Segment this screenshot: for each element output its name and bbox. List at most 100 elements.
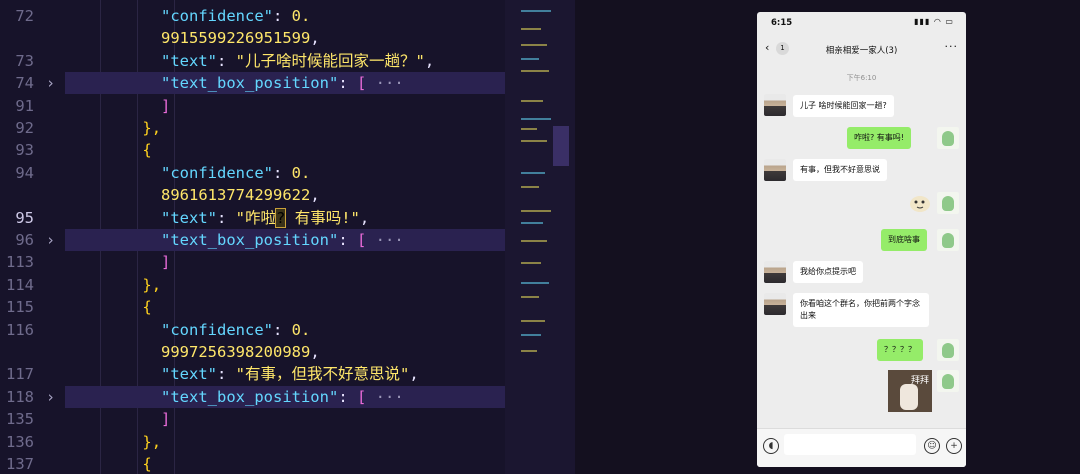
- code-line[interactable]: 135]: [0, 408, 505, 430]
- code-token: 8961613774299622: [161, 186, 311, 205]
- code-token: :: [272, 163, 292, 182]
- line-number: 135: [6, 410, 34, 429]
- code-token: ···: [366, 231, 404, 249]
- code-token: "text_box_position": [161, 231, 339, 249]
- code-token: {: [142, 141, 152, 160]
- chevron-right-icon[interactable]: ›: [46, 386, 55, 408]
- code-editor[interactable]: 72 "confidence": 0. 9915599226951599, 73 "te…: [0, 0, 575, 474]
- message-bubble: ？？？？: [877, 339, 923, 361]
- chat-title: 相亲相爱一家人(3): [825, 46, 898, 56]
- code-token: ,: [424, 51, 435, 70]
- line-number: 137: [6, 455, 34, 473]
- scrollbar-thumb[interactable]: [553, 126, 569, 166]
- code-line[interactable]: 74 › "text_box_position": [ ···: [15, 72, 505, 95]
- code-token: :: [338, 231, 357, 249]
- line-number: 115: [6, 298, 34, 317]
- avatar: [937, 127, 959, 149]
- code-line[interactable]: 92},: [0, 117, 505, 139]
- code-text: ]: [161, 408, 170, 430]
- minimap-line: [521, 58, 539, 60]
- code-token: ···: [366, 387, 404, 406]
- code-token: :: [272, 7, 292, 25]
- code-token: "confidence": [161, 7, 273, 25]
- code-line[interactable]: 96 › "text_box_position": [ ···: [15, 229, 505, 251]
- avatar: [937, 370, 959, 392]
- code-token: 9997256398200989: [161, 343, 311, 361]
- code-line[interactable]: 115 {: [0, 296, 505, 318]
- code-line[interactable]: 9915599226951599,: [0, 27, 505, 49]
- code-line[interactable]: 137 {: [0, 453, 505, 474]
- minimap-line: [521, 118, 551, 120]
- minimap-line: [521, 172, 545, 174]
- message-bubble: 有事，但我不好意思说: [793, 159, 887, 181]
- minimap-line: [521, 296, 539, 298]
- code-text: "text": "有事，但我不好意思说",: [161, 363, 419, 385]
- code-token: ,: [310, 186, 320, 205]
- more-icon[interactable]: ···: [945, 40, 959, 53]
- code-line[interactable]: 116 "confidence": 0.: [0, 319, 505, 341]
- code-line[interactable]: 9997256398200989,: [0, 341, 505, 363]
- avatar: [764, 94, 786, 116]
- code-text: },: [142, 431, 161, 453]
- code-text: "text_box_position": [ ···: [161, 72, 404, 94]
- line-number: 96: [15, 231, 34, 249]
- code-token: ]: [161, 410, 171, 429]
- line-number: 114: [6, 275, 34, 294]
- line-number: 72: [15, 7, 34, 25]
- code-line[interactable]: 117 "text": "有事，但我不好意思说",: [0, 363, 505, 385]
- message-bubble: 到底啥事: [881, 229, 927, 251]
- code-line[interactable]: 72 "confidence": 0.: [0, 5, 505, 27]
- message-input[interactable]: [784, 434, 916, 455]
- code-token: "text": [161, 365, 217, 384]
- code-line[interactable]: 93 {: [0, 139, 505, 161]
- minimap-line: [521, 222, 543, 224]
- plus-icon[interactable]: +: [946, 438, 962, 454]
- code-token: },: [142, 432, 162, 451]
- minimap-line: [521, 282, 549, 284]
- minimap-line: [521, 186, 539, 188]
- code-token: ···: [366, 74, 404, 93]
- message-bubble: 你看咱这个群名，你把前两个字念出来: [793, 293, 929, 327]
- sticker-caption: 拜拜: [910, 376, 929, 386]
- code-text: 8961613774299622,: [161, 184, 320, 206]
- code-line[interactable]: 95 "text": "咋啦? 有事吗!",: [0, 207, 505, 229]
- voice-icon[interactable]: ◖: [763, 438, 779, 454]
- code-text: "confidence": 0.: [161, 162, 310, 184]
- code-text: ]: [161, 95, 170, 117]
- line-number: 95: [15, 208, 34, 227]
- code-text: "text_box_position": [ ···: [161, 386, 404, 408]
- minimap[interactable]: [505, 0, 575, 474]
- emoji-icon[interactable]: ☺: [924, 438, 940, 454]
- code-token: "text": [161, 51, 217, 70]
- line-number: 94: [15, 163, 34, 182]
- code-text: 9915599226951599,: [161, 27, 320, 49]
- code-token: "咋啦: [235, 208, 277, 227]
- code-token: "confidence": [161, 163, 273, 182]
- line-number: 116: [6, 320, 34, 339]
- chevron-right-icon[interactable]: ›: [46, 72, 55, 94]
- code-line[interactable]: 8961613774299622,: [0, 184, 505, 206]
- message-bubble: 我给你点提示吧: [793, 261, 863, 283]
- code-line[interactable]: 114},: [0, 274, 505, 296]
- code-token: :: [338, 74, 357, 93]
- chevron-right-icon[interactable]: ›: [46, 229, 55, 251]
- code-token: ]: [161, 253, 171, 272]
- code-line[interactable]: 136},: [0, 431, 505, 453]
- line-number: 73: [15, 51, 34, 70]
- code-token: "text_box_position": [161, 387, 339, 406]
- code-line[interactable]: 113]: [0, 251, 505, 273]
- code-token: {: [142, 298, 152, 317]
- code-text: "text_box_position": [ ···: [161, 229, 404, 251]
- line-number: 93: [15, 141, 34, 160]
- code-token: ,: [310, 29, 320, 48]
- code-text: "text": "咋啦? 有事吗!",: [161, 207, 369, 229]
- code-line[interactable]: 73 "text": "儿子啥时候能回家一趟？",: [0, 50, 505, 72]
- code-line[interactable]: 118 › "text_box_position": [ ···: [6, 385, 505, 408]
- code-text: "text": "儿子啥时候能回家一趟？",: [161, 50, 434, 72]
- code-token: 0.: [291, 7, 311, 25]
- code-line[interactable]: 94 "confidence": 0.: [0, 162, 505, 184]
- line-number: 118: [6, 387, 34, 406]
- code-text: "confidence": 0.: [161, 5, 310, 27]
- code-line[interactable]: 91]: [0, 95, 505, 117]
- minimap-line: [521, 334, 541, 336]
